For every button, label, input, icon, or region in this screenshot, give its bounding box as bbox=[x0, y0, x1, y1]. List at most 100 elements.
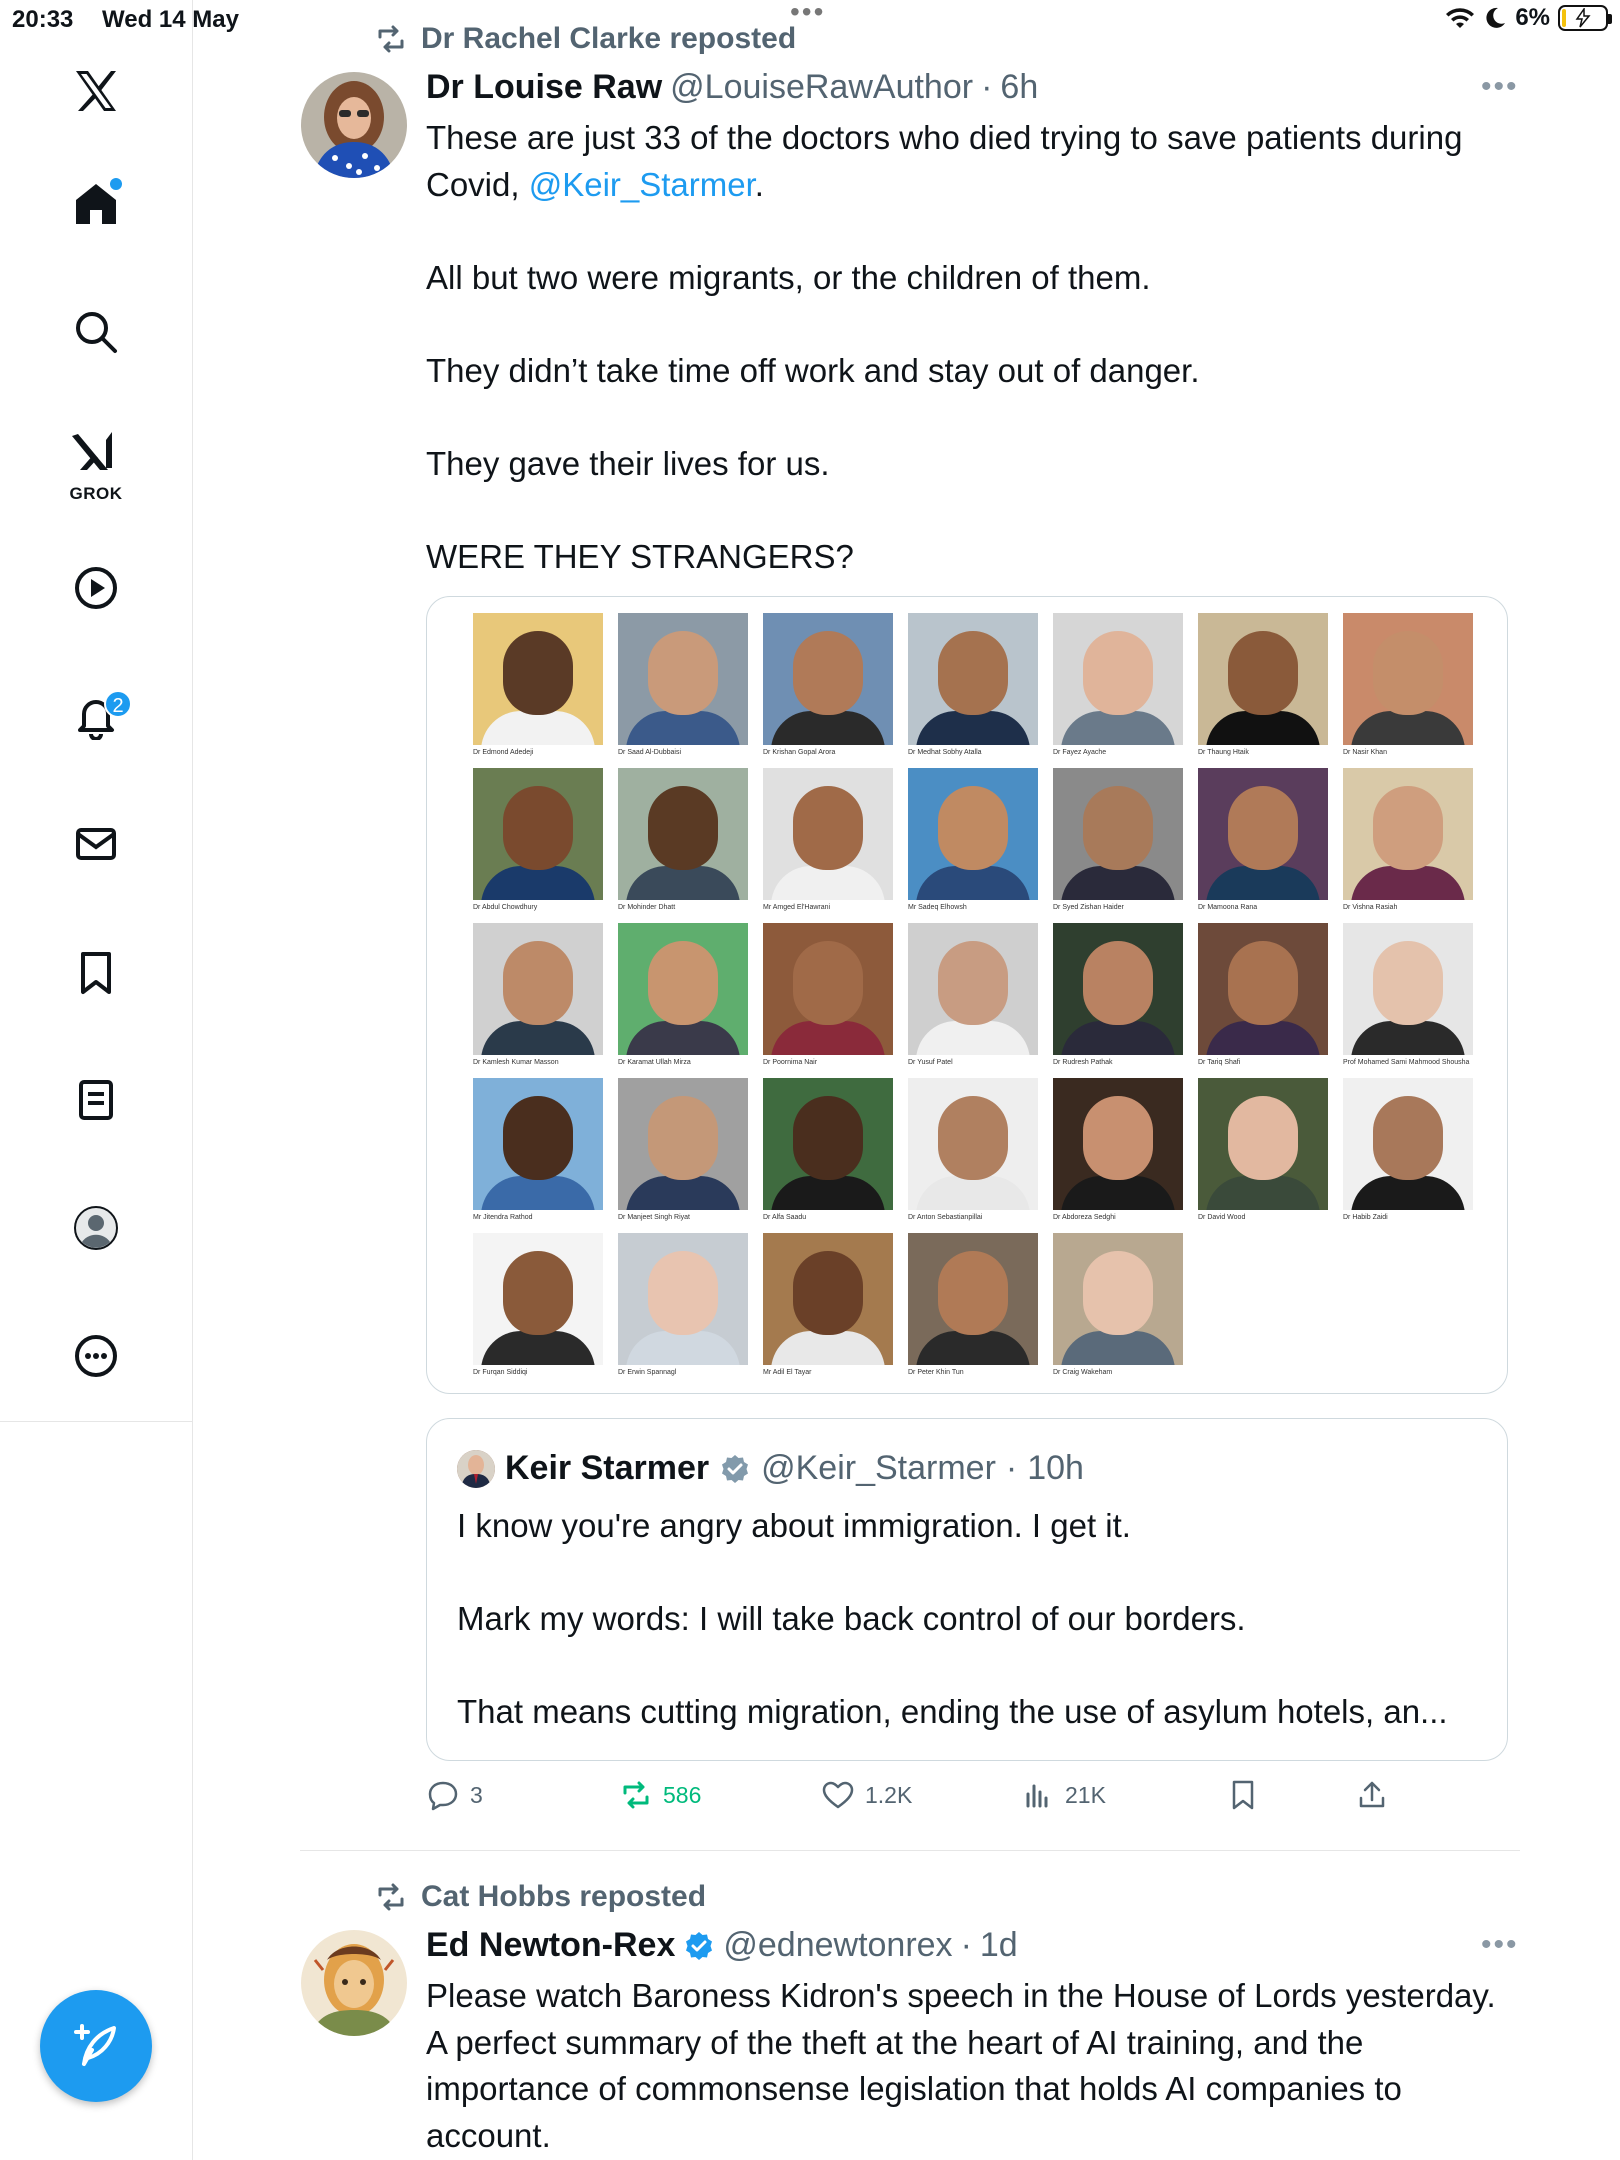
home-icon[interactable] bbox=[60, 168, 132, 240]
portrait-image bbox=[473, 923, 603, 1055]
avatar-louise-raw[interactable] bbox=[301, 72, 407, 178]
portrait-caption: Mr Amged El'Hawrani bbox=[763, 904, 831, 911]
quoted-tweet-text: I know you're angry about immigration. I… bbox=[457, 1507, 1448, 1730]
doctor-portrait: Dr Alfa Saadu bbox=[763, 1078, 893, 1233]
portrait-image bbox=[618, 1078, 748, 1210]
search-icon[interactable] bbox=[60, 296, 132, 368]
tweet-time[interactable]: 1d bbox=[980, 1926, 1018, 1965]
portrait-caption: Dr Saad Al-Dubbaisi bbox=[618, 749, 682, 756]
portrait-face bbox=[938, 941, 1008, 1025]
repost-icon bbox=[378, 25, 404, 53]
portrait-face bbox=[1373, 941, 1443, 1025]
portrait-body bbox=[916, 1176, 1030, 1210]
portrait-caption: Dr David Wood bbox=[1198, 1214, 1246, 1221]
portrait-body bbox=[916, 711, 1030, 745]
portrait-image bbox=[618, 613, 748, 745]
portrait-image bbox=[763, 768, 893, 900]
views-chart-icon bbox=[1026, 1784, 1048, 1808]
verified-badge-icon bbox=[683, 1930, 715, 1962]
profile-icon[interactable] bbox=[60, 1192, 132, 1264]
timeline: Dr Rachel Clarke reposted Dr Louise Raw … bbox=[193, 0, 1620, 2160]
portrait-body bbox=[1351, 1176, 1465, 1210]
compose-button[interactable] bbox=[40, 1990, 152, 2102]
doctor-portrait: Mr Jitendra Rathod bbox=[473, 1078, 603, 1233]
portrait-image bbox=[908, 1233, 1038, 1365]
doctor-portrait: Dr Vishna Rasiah bbox=[1343, 768, 1473, 923]
author-handle[interactable]: @ednewtonrex bbox=[723, 1926, 952, 1965]
view-count: 21K bbox=[1065, 1781, 1106, 1808]
lists-icon[interactable] bbox=[60, 1064, 132, 1136]
video-icon[interactable] bbox=[60, 552, 132, 624]
tweet-photo[interactable]: Dr Edmond Adedeji Dr Saad Al-Dubbaisi Dr K… bbox=[426, 596, 1508, 1394]
reply-button[interactable]: 3 bbox=[426, 1778, 483, 1812]
author-name[interactable]: Dr Louise Raw bbox=[426, 68, 662, 107]
portrait-caption: Dr Krishan Gopal Arora bbox=[763, 749, 836, 756]
quoted-tweet-time: 10h bbox=[1027, 1449, 1084, 1487]
tweet-divider bbox=[300, 1850, 1520, 1851]
repost-count: 586 bbox=[663, 1781, 702, 1808]
portrait-body bbox=[481, 1331, 595, 1365]
portrait-image bbox=[473, 1233, 603, 1365]
messages-icon[interactable] bbox=[60, 808, 132, 880]
views-button[interactable]: 21K bbox=[1021, 1778, 1106, 1812]
repost-button[interactable]: 586 bbox=[619, 1778, 701, 1812]
doctor-portrait: Dr Furqan Siddiqi bbox=[473, 1233, 603, 1388]
mention-keir-starmer[interactable]: @Keir_Starmer bbox=[529, 166, 755, 203]
tweet-more-icon[interactable]: ••• bbox=[1481, 1928, 1519, 1962]
repost-icon bbox=[623, 1781, 649, 1809]
doctor-portrait: Mr Sadeq Elhowsh bbox=[908, 768, 1038, 923]
portrait-caption: Mr Sadeq Elhowsh bbox=[908, 904, 967, 911]
portrait-image bbox=[908, 768, 1038, 900]
x-logo-icon[interactable] bbox=[60, 55, 132, 127]
bookmarks-icon[interactable] bbox=[60, 936, 132, 1008]
quoted-tweet[interactable]: Keir Starmer @Keir_Starmer · 10h I know … bbox=[426, 1418, 1508, 1761]
portrait-body bbox=[626, 711, 740, 745]
grok-icon[interactable]: GROK bbox=[60, 418, 132, 503]
separator-dot: · bbox=[960, 1926, 972, 1964]
bookmark-button[interactable] bbox=[1226, 1778, 1260, 1812]
doctor-portrait: Dr Fayez Ayache bbox=[1053, 613, 1183, 768]
more-icon[interactable] bbox=[60, 1320, 132, 1392]
portrait-body bbox=[771, 1331, 885, 1365]
portrait-image bbox=[618, 1233, 748, 1365]
portrait-caption: Dr Abdul Chowdhury bbox=[473, 904, 538, 911]
doctor-portrait: Dr Medhat Sobhy Atalla bbox=[908, 613, 1038, 768]
portrait-face bbox=[938, 786, 1008, 870]
notifications-icon[interactable]: 2 bbox=[60, 680, 132, 752]
doctor-portrait: Dr Anton Sebastianpillai bbox=[908, 1078, 1038, 1233]
author-handle[interactable]: @LouiseRawAuthor bbox=[670, 68, 973, 107]
author-name[interactable]: Ed Newton-Rex bbox=[426, 1926, 675, 1965]
portrait-image bbox=[1053, 1233, 1183, 1365]
portrait-image bbox=[1198, 768, 1328, 900]
portrait-face bbox=[1228, 631, 1298, 715]
portrait-image bbox=[1053, 768, 1183, 900]
portrait-face bbox=[648, 631, 718, 715]
bookmark-icon bbox=[1232, 1780, 1254, 1810]
reply-icon bbox=[428, 1781, 458, 1811]
portrait-caption: Dr Tariq Shafi bbox=[1198, 1059, 1241, 1066]
portrait-caption: Dr Fayez Ayache bbox=[1053, 749, 1107, 756]
verified-badge-icon bbox=[719, 1453, 751, 1485]
portrait-face bbox=[938, 1096, 1008, 1180]
portrait-face bbox=[648, 941, 718, 1025]
portrait-face bbox=[648, 1251, 718, 1335]
doctor-portrait: Dr Syed Zishan Haider bbox=[1053, 768, 1183, 923]
portrait-body bbox=[481, 866, 595, 900]
portrait-body bbox=[1061, 866, 1175, 900]
like-button[interactable]: 1.2K bbox=[821, 1778, 912, 1812]
quoted-author-handle: @Keir_Starmer bbox=[761, 1449, 996, 1487]
portrait-caption: Dr Manjeet Singh Riyat bbox=[618, 1214, 690, 1221]
repost-context: Cat Hobbs reposted bbox=[375, 1880, 706, 1914]
doctor-portrait: Mr Amged El'Hawrani bbox=[763, 768, 893, 923]
portrait-caption: Dr Medhat Sobhy Atalla bbox=[908, 749, 982, 756]
portrait-face bbox=[1083, 786, 1153, 870]
doctor-portrait: Dr Edmond Adedeji bbox=[473, 613, 603, 768]
avatar-ed-newton-rex[interactable] bbox=[301, 1930, 407, 2036]
share-button[interactable] bbox=[1355, 1778, 1389, 1812]
portrait-face bbox=[503, 786, 573, 870]
tweet-time[interactable]: 6h bbox=[1000, 68, 1038, 107]
tweet-more-icon[interactable]: ••• bbox=[1481, 70, 1519, 104]
portrait-caption: Dr Edmond Adedeji bbox=[473, 749, 534, 756]
portrait-caption: Dr Habib Zaidi bbox=[1343, 1214, 1388, 1221]
portrait-body bbox=[481, 711, 595, 745]
